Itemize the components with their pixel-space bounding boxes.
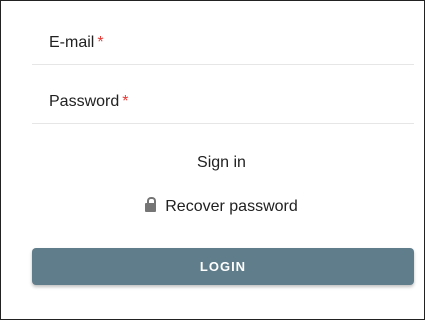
email-label: E-mail xyxy=(49,34,95,51)
email-field[interactable]: E-mail * xyxy=(32,21,414,65)
password-required-mark: * xyxy=(122,93,129,110)
recover-password-label: Recover password xyxy=(165,198,298,215)
login-form: E-mail * Password * Sign in Recover passwo… xyxy=(0,0,425,320)
recover-password-link[interactable]: Recover password xyxy=(1,197,425,217)
password-field[interactable]: Password * xyxy=(32,80,414,124)
login-button[interactable]: LOGIN xyxy=(32,248,414,285)
lock-icon xyxy=(145,197,157,212)
email-required-mark: * xyxy=(97,34,104,51)
sign-in-link[interactable]: Sign in xyxy=(1,153,425,173)
password-label: Password xyxy=(49,93,120,110)
